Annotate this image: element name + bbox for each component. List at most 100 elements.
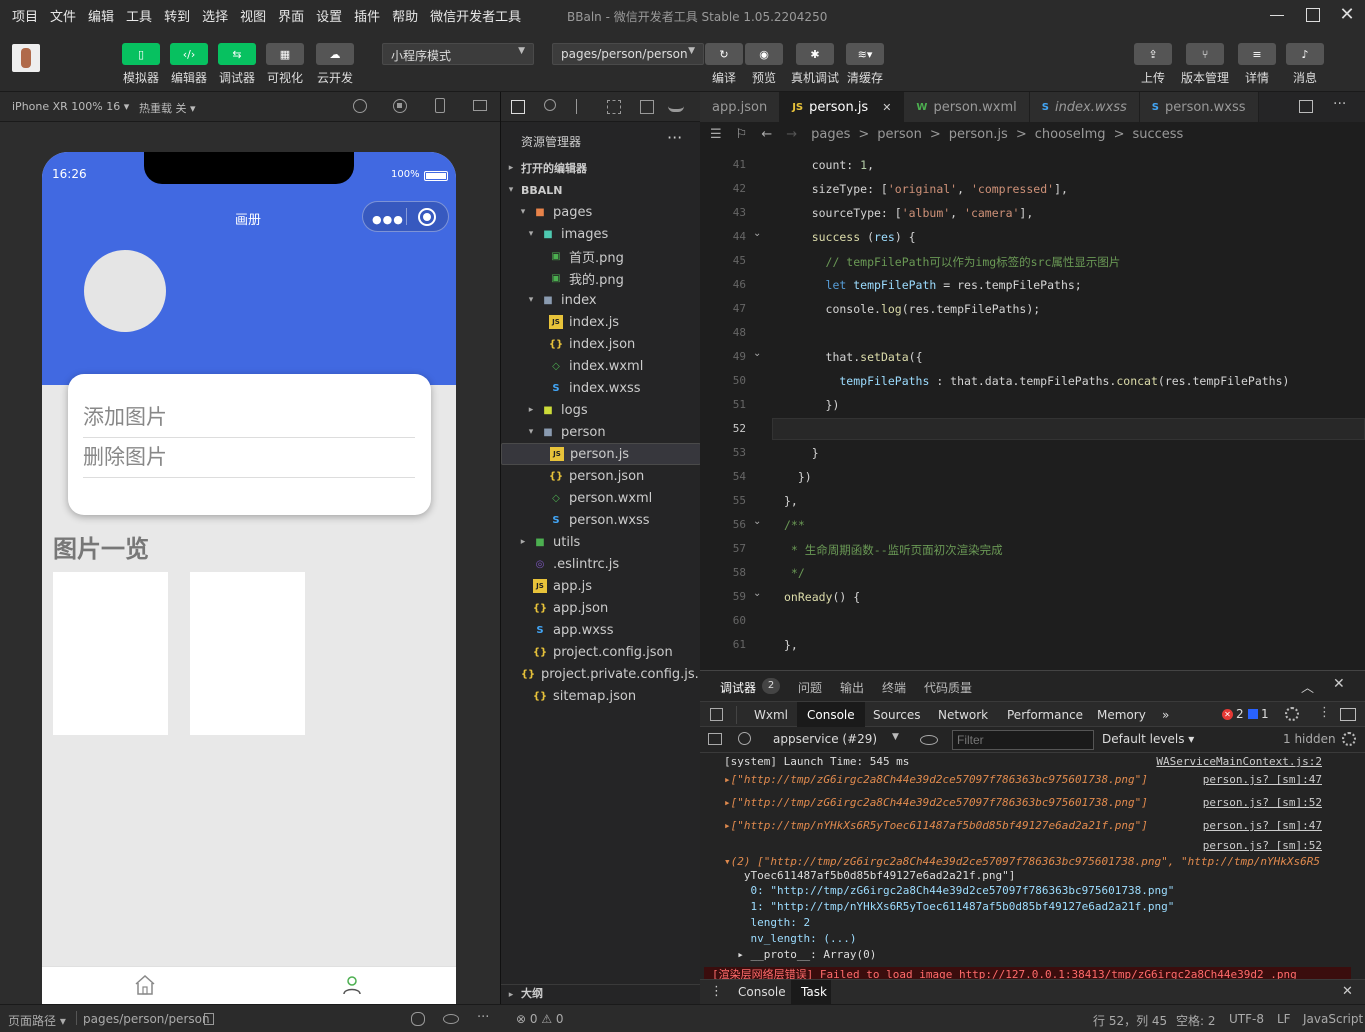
- code-line[interactable]: sizeType: ['original', 'compressed'],: [784, 182, 1068, 196]
- menu-item[interactable]: 设置: [310, 6, 348, 25]
- split-editor-icon[interactable]: [1299, 100, 1313, 113]
- drawer-tab-task[interactable]: Task: [801, 985, 827, 999]
- fold-icon[interactable]: ⌄: [753, 348, 761, 359]
- branch-icon[interactable]: ⑂: [1186, 43, 1224, 65]
- debug-tab[interactable]: 调试器: [720, 679, 756, 696]
- more-icon[interactable]: ···: [667, 128, 682, 147]
- stop-icon[interactable]: [393, 99, 407, 113]
- devtools-tab[interactable]: »: [1152, 702, 1179, 728]
- code-line[interactable]: // tempFilePath可以作为img标签的src属性显示图片: [784, 254, 1121, 270]
- console-line[interactable]: length: 2: [724, 916, 1324, 929]
- code-line[interactable]: onReady() {: [784, 590, 860, 604]
- devtools-tab[interactable]: Network: [928, 702, 998, 728]
- console-line[interactable]: 1: "http://tmp/nYHkXs6R5yToec611487af5b0…: [724, 900, 1324, 913]
- user-avatar[interactable]: [84, 250, 166, 332]
- fold-icon[interactable]: ⌄: [753, 588, 761, 599]
- breadcrumb-item[interactable]: person.js: [949, 127, 1008, 142]
- editor-tab[interactable]: JS person.js ✕: [780, 92, 905, 122]
- more-icon[interactable]: ···: [1333, 96, 1346, 112]
- project-section[interactable]: ▾ BBALN: [501, 179, 701, 201]
- editor-tab[interactable]: Sperson.wxss: [1139, 92, 1259, 122]
- layout-icon[interactable]: ▦: [266, 43, 304, 65]
- breadcrumb-item[interactable]: person: [877, 127, 922, 142]
- menu-item[interactable]: 界面: [272, 6, 310, 25]
- file-item[interactable]: Sperson.wxss: [501, 509, 701, 531]
- mode-select[interactable]: 小程序模式 ▼: [382, 43, 534, 65]
- folder-item[interactable]: ▾ ■ pages: [501, 201, 701, 223]
- console-line[interactable]: ▸ __proto__: Array(0): [724, 948, 1324, 961]
- menu-item[interactable]: 选择: [196, 6, 234, 25]
- folder-item[interactable]: ▸ ■ logs: [501, 399, 701, 421]
- console-line[interactable]: nv_length: (...): [724, 932, 1324, 945]
- page-path-label[interactable]: 页面路径 ▾: [8, 1012, 66, 1029]
- file-item[interactable]: JS index.js: [501, 311, 701, 333]
- home-tab-icon[interactable]: [133, 973, 157, 997]
- file-item[interactable]: ▣ 我的.png: [501, 267, 701, 289]
- eye-icon[interactable]: [443, 1014, 459, 1024]
- file-item[interactable]: ▣ 首页.png: [501, 245, 701, 267]
- code-line[interactable]: * 生命周期函数--监听页面初次渲染完成: [784, 542, 1003, 558]
- code-line[interactable]: },: [784, 494, 798, 508]
- open-editors-section[interactable]: ▸ 打开的编辑器: [501, 157, 701, 179]
- breadcrumb-item[interactable]: >: [1016, 127, 1027, 142]
- folder-item[interactable]: ▾ ■ index: [501, 289, 701, 311]
- code-icon[interactable]: ‹/›: [170, 43, 208, 65]
- status-item[interactable]: LF: [1277, 1012, 1291, 1026]
- problems-count[interactable]: ⊗ 0 ⚠ 0: [516, 1012, 564, 1026]
- file-item[interactable]: ◇ person.wxml: [501, 487, 701, 509]
- hotreload-toggle[interactable]: 热重载 关 ▾: [139, 100, 196, 116]
- code-line[interactable]: */: [784, 566, 805, 580]
- back-icon[interactable]: ←: [761, 127, 772, 142]
- editor-tab[interactable]: Sindex.wxss: [1029, 92, 1140, 122]
- breadcrumb-item[interactable]: chooseImg: [1035, 127, 1106, 142]
- gallery-image[interactable]: [53, 572, 168, 735]
- menu-item[interactable]: 插件: [348, 6, 386, 25]
- copy-icon[interactable]: [204, 1013, 214, 1025]
- console-source-link[interactable]: person.js? [sm]:47: [1203, 819, 1322, 832]
- menu-item[interactable]: 编辑: [82, 6, 120, 25]
- levels-select[interactable]: Default levels ▾: [1102, 732, 1194, 746]
- debug-icon[interactable]: ⇆: [218, 43, 256, 65]
- inspect-icon[interactable]: [710, 708, 723, 721]
- code-line[interactable]: success (res) {: [784, 230, 916, 244]
- debug-tab[interactable]: 输出: [840, 679, 864, 696]
- console-line[interactable]: 0: "http://tmp/zG6irgc2a8Ch44e39d2ce5709…: [724, 884, 1324, 897]
- settings-icon[interactable]: [1285, 707, 1299, 721]
- file-item[interactable]: Sindex.wxss: [501, 377, 701, 399]
- upload-icon[interactable]: ⇪: [1134, 43, 1172, 65]
- bookmark-icon[interactable]: ⚐: [736, 127, 748, 142]
- menu-capsule[interactable]: ●●●: [362, 201, 449, 232]
- refresh-icon[interactable]: ↻: [705, 43, 743, 65]
- code-line[interactable]: }: [784, 446, 819, 460]
- code-line[interactable]: tempFilePaths : that.data.tempFilePaths.…: [784, 374, 1289, 388]
- file-item[interactable]: {} index.json: [501, 333, 701, 355]
- close-icon[interactable]: ✕: [882, 101, 891, 114]
- file-item[interactable]: {} app.json: [501, 597, 701, 619]
- extensions-icon[interactable]: [607, 100, 621, 114]
- device-select[interactable]: iPhone XR 100% 16 ▾: [12, 100, 129, 113]
- files-icon[interactable]: [511, 100, 525, 114]
- toolbar-label[interactable]: 消息: [1275, 69, 1335, 86]
- console-source-link[interactable]: person.js? [sm]:52: [1203, 839, 1322, 852]
- layers-icon[interactable]: ≋▾: [846, 43, 884, 65]
- close-icon[interactable]: ✕: [1336, 4, 1358, 26]
- collapse-icon[interactable]: ︿: [1301, 677, 1314, 696]
- file-item[interactable]: ◎ .eslintrc.js: [501, 553, 701, 575]
- bell-icon[interactable]: ♪: [1286, 43, 1324, 65]
- console-source-link[interactable]: person.js? [sm]:47: [1203, 773, 1322, 786]
- drawer-menu-icon[interactable]: ⋮: [710, 984, 723, 999]
- console-source-link[interactable]: WAServiceMainContext.js:2: [1156, 755, 1322, 768]
- gallery-image[interactable]: [190, 572, 305, 735]
- console-line[interactable]: ▾(2) ["http://tmp/zG6irgc2a8Ch44e39d2ce5…: [724, 855, 1324, 868]
- list-icon[interactable]: ☰: [710, 127, 722, 142]
- warning-count[interactable]: 1: [1261, 707, 1269, 721]
- chevron-down-icon[interactable]: ▼: [892, 732, 899, 742]
- folder-item[interactable]: ▾ ■ person: [501, 421, 701, 443]
- code-line[interactable]: },: [784, 638, 798, 652]
- clear-console-icon[interactable]: [738, 732, 751, 745]
- file-item[interactable]: JS person.js: [501, 443, 701, 465]
- toolbar-label[interactable]: 上传: [1123, 69, 1183, 86]
- breadcrumb-item[interactable]: >: [1114, 127, 1125, 142]
- status-item[interactable]: UTF-8: [1229, 1012, 1264, 1026]
- breadcrumb-item[interactable]: >: [858, 127, 869, 142]
